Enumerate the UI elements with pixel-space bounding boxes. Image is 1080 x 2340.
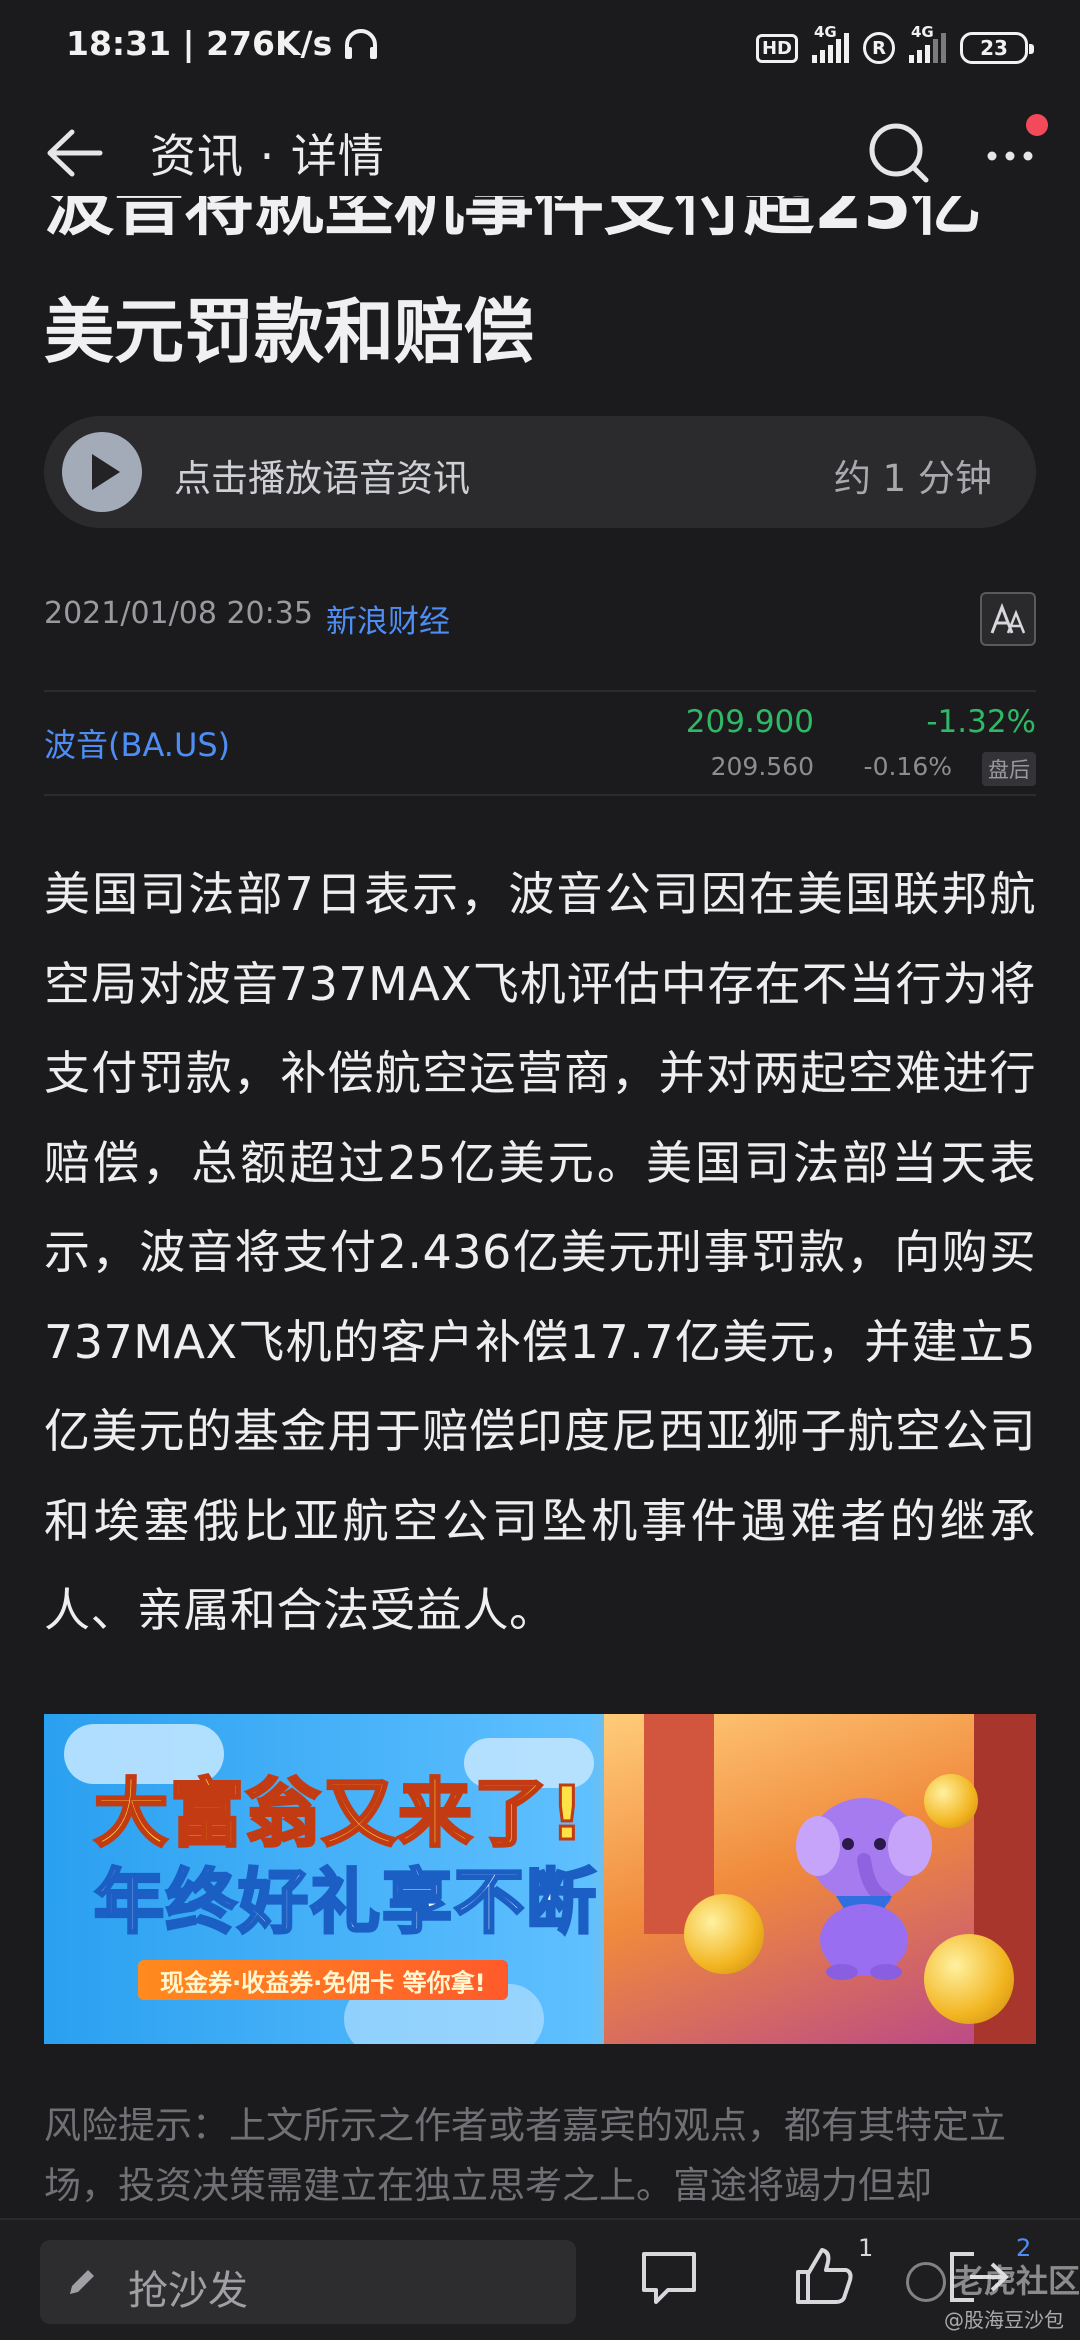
article-body: 美国司法部7日表示，波音公司因在美国联邦航空局对波音737MAX飞机评估中存在不… xyxy=(44,867,1036,1637)
stock-change-percent: -1.32% xyxy=(926,704,1036,740)
status-speed: 276K/s xyxy=(206,24,333,63)
network-type-label: 4G xyxy=(814,23,837,41)
network-type-label: 4G xyxy=(911,23,934,41)
status-separator: | xyxy=(171,24,207,63)
signal-bar xyxy=(812,55,817,63)
related-stock[interactable]: 波音(BA.US) 209.900 209.560 -1.32% -0.16% … xyxy=(44,694,1036,796)
thumbs-up-icon[interactable] xyxy=(792,2244,856,2308)
signal-bar xyxy=(941,33,946,63)
divider xyxy=(44,690,1036,692)
elephant-mascot-icon xyxy=(796,1798,932,1980)
signal-bar xyxy=(917,50,922,63)
source-link[interactable]: 新浪财经 xyxy=(326,596,450,641)
article-title-text: 波音将就坠机事件支付超25亿 xyxy=(44,196,982,245)
stock-price: 209.900 xyxy=(685,704,814,740)
search-icon[interactable] xyxy=(862,116,934,188)
status-time: 18:31 xyxy=(66,24,172,63)
nav-bar: 资讯 · 详情 xyxy=(0,96,1080,210)
play-icon[interactable] xyxy=(62,432,142,512)
banner-headline: 大富翁又来了! xyxy=(93,1770,586,1859)
divider xyxy=(44,794,1036,796)
risk-disclaimer: 风险提示：上文所示之作者或者嘉宾的观点，都有其特定立场，投资决策需建立在独立思考… xyxy=(44,2104,1006,2207)
coin-icon xyxy=(684,1894,764,1974)
watermark-logo-icon xyxy=(906,2262,946,2302)
stock-after-hours-price: 209.560 xyxy=(710,752,814,781)
hd-icon: HD xyxy=(755,33,798,63)
back-arrow-icon[interactable] xyxy=(38,118,108,188)
page-title: 资讯 · 详情 xyxy=(150,129,385,183)
watermark-text: 老虎社区 xyxy=(952,2262,1080,2300)
banner-subline: 年终好礼享不断 xyxy=(93,1860,598,1945)
signal-bar xyxy=(828,45,833,63)
after-hours-badge: 盘后 xyxy=(982,752,1036,786)
article-meta: 2021/01/08 20:35 新浪财经 xyxy=(44,592,1036,652)
signal-icon-2: 4G xyxy=(909,23,946,63)
audio-duration: 约 1 分钟 xyxy=(833,457,992,500)
font-size-button[interactable] xyxy=(980,592,1036,646)
headphones-icon xyxy=(345,28,378,59)
promo-banner[interactable]: 大富翁又来了! 年终好礼享不断 现金券·收益券·免佣卡 等你拿! xyxy=(44,1714,1036,2044)
status-right: HD 4G R 4G 23 xyxy=(755,23,1034,72)
comment-input[interactable]: 抢沙发 xyxy=(40,2240,576,2324)
signal-icon: 4G xyxy=(812,23,849,63)
comment-icon[interactable] xyxy=(638,2246,700,2308)
font-size-icon xyxy=(990,602,1026,634)
signal-bar xyxy=(844,33,849,63)
signal-bar xyxy=(933,39,938,63)
watermark-author: @股海豆沙包 xyxy=(944,2308,1064,2332)
news-detail-page: { "status_bar": { "time": "18:31", "spee… xyxy=(0,0,1080,2340)
audio-player[interactable]: 点击播放语音资讯 约 1 分钟 xyxy=(44,416,1036,528)
audio-label: 点击播放语音资讯 xyxy=(174,457,470,500)
publish-date: 2021/01/08 20:35 xyxy=(44,596,313,631)
signal-bar xyxy=(836,39,841,63)
stock-name[interactable]: 波音(BA.US) xyxy=(44,720,230,766)
article-title-line-1: 波音将就坠机事件支付超25亿 xyxy=(44,196,1044,292)
roaming-icon: R xyxy=(863,32,895,64)
pencil-icon xyxy=(70,2270,94,2294)
stock-after-hours-change: -0.16% xyxy=(863,752,952,781)
battery-icon: 23 xyxy=(960,32,1034,64)
notification-dot xyxy=(1026,114,1048,136)
signal-bar xyxy=(820,50,825,63)
article-title-line-2: 美元罚款和赔偿 xyxy=(44,291,534,373)
signal-bar xyxy=(925,45,930,63)
like-count: 1 xyxy=(858,2234,874,2262)
comment-placeholder: 抢沙发 xyxy=(128,2268,248,2314)
signal-bar xyxy=(909,55,914,63)
status-bar: 18:31 | 276K/s HD 4G R 4G 23 xyxy=(0,0,1080,96)
banner-tag: 现金券·收益券·免佣卡 等你拿! xyxy=(138,1960,508,2000)
status-left: 18:31 | 276K/s xyxy=(66,24,380,63)
